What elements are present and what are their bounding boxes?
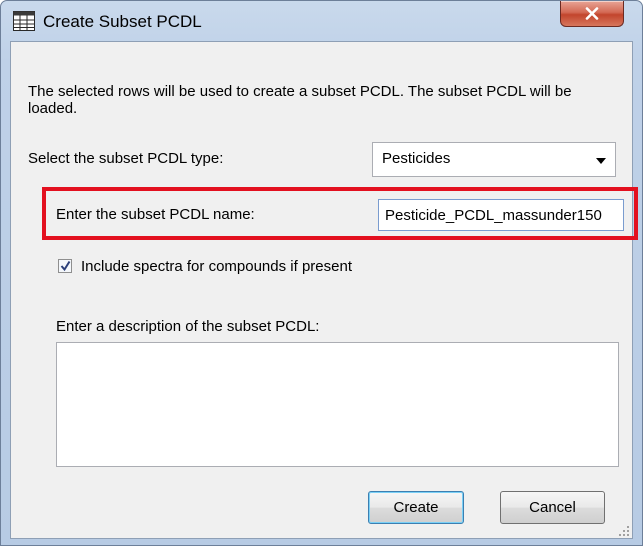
close-icon — [585, 7, 599, 20]
cancel-button[interactable]: Cancel — [500, 491, 605, 524]
pcdl-type-value: Pesticides — [382, 150, 451, 167]
intro-text: The selected rows will be used to create… — [28, 83, 572, 117]
close-button[interactable] — [560, 1, 624, 27]
pcdl-type-dropdown[interactable]: Pesticides — [372, 142, 616, 177]
include-spectra-label[interactable]: Include spectra for compounds if present — [81, 258, 352, 275]
chevron-down-icon — [596, 158, 606, 164]
resize-grip-icon[interactable] — [618, 524, 630, 536]
checkmark-icon — [60, 260, 71, 272]
create-button[interactable]: Create — [368, 491, 464, 524]
name-label: Enter the subset PCDL name: — [56, 206, 255, 223]
include-spectra-checkbox[interactable] — [58, 259, 72, 273]
title-bar[interactable]: Create Subset PCDL — [1, 1, 642, 41]
pcdl-app-icon — [13, 11, 35, 31]
window-title: Create Subset PCDL — [43, 12, 202, 31]
type-label: Select the subset PCDL type: — [28, 150, 224, 167]
pcdl-name-input[interactable] — [378, 199, 624, 231]
dialog-window: Create Subset PCDL The selected rows wil… — [0, 0, 643, 546]
description-textarea[interactable] — [56, 342, 619, 467]
dialog-client-area: The selected rows will be used to create… — [10, 41, 638, 539]
description-label: Enter a description of the subset PCDL: — [56, 318, 320, 335]
